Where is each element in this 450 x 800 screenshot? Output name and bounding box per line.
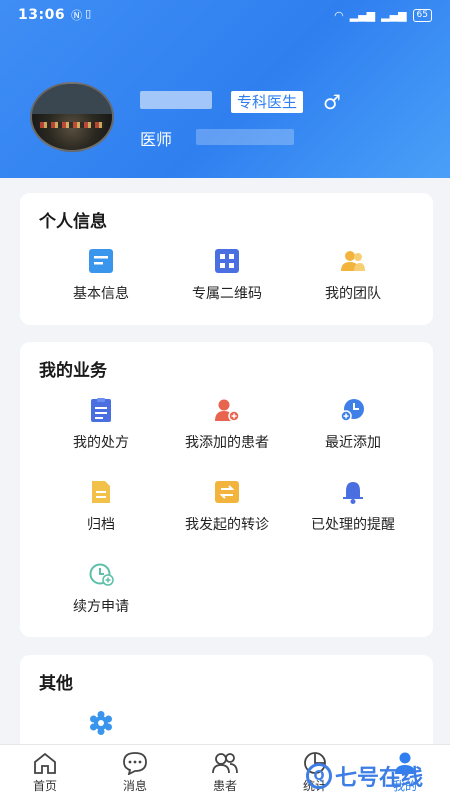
tab-label: 患者 — [212, 779, 237, 793]
renewal-request-button[interactable]: 续方申请 — [26, 562, 176, 616]
status-bar: 13:06 Ⓝ ▯ ◠ ▂▄▆ ▂▄▆ 65 — [0, 0, 450, 30]
section-title: 其他 — [39, 674, 73, 694]
personal-info-card: 个人信息 基本信息 专属二维码 我的团队 — [20, 193, 433, 325]
prescription-icon — [91, 398, 111, 422]
nfc-icon: Ⓝ — [71, 9, 83, 22]
status-time: 13:06 — [18, 7, 66, 23]
recent-added-button[interactable]: 最近添加 — [278, 398, 428, 452]
hospital-blurred — [196, 129, 294, 145]
message-icon — [123, 752, 147, 775]
section-title: 我的业务 — [39, 361, 107, 381]
tab-home[interactable]: 首页 — [0, 751, 90, 794]
handled-reminders-button[interactable]: 已处理的提醒 — [278, 480, 428, 534]
watermark-logo-icon: Q — [306, 763, 332, 789]
doctor-type-badge: 专科医生 — [231, 91, 304, 113]
add-patient-icon — [215, 399, 240, 422]
settings-button[interactable] — [26, 711, 176, 735]
role-label: 医师 — [140, 130, 173, 149]
my-business-card: 我的业务 我的处方 我添加的患者 最近添加 归档 我发起的转诊 已处理的提醒 续… — [20, 342, 433, 637]
section-title: 个人信息 — [39, 212, 107, 232]
male-icon: ♂ — [323, 90, 341, 114]
wifi-icon: ◠ — [334, 8, 344, 22]
signal-icon-2: ▂▄▆ — [381, 8, 407, 22]
renewal-icon — [89, 563, 114, 586]
item-label: 最近添加 — [325, 435, 381, 451]
tab-patients[interactable]: 患者 — [180, 751, 270, 794]
tab-messages[interactable]: 消息 — [90, 751, 180, 794]
bell-icon — [343, 482, 363, 504]
qr-code-icon — [215, 249, 239, 273]
archive-icon — [92, 481, 110, 503]
recent-add-icon — [340, 399, 364, 422]
team-icon — [341, 251, 365, 271]
watermark: Q 七号在线 — [306, 760, 423, 792]
patients-icon — [212, 753, 238, 774]
tab-label: 消息 — [122, 779, 147, 793]
item-label: 续方申请 — [73, 599, 129, 615]
item-label: 已处理的提醒 — [311, 517, 395, 533]
referral-icon — [215, 481, 239, 503]
item-label: 我的团队 — [325, 286, 381, 302]
other-card: 其他 — [20, 655, 433, 755]
vibrate-icon: ▯ — [85, 7, 92, 20]
tab-label: 首页 — [32, 779, 57, 793]
signal-icon: ▂▄▆ — [349, 8, 376, 22]
my-team-button[interactable]: 我的团队 — [278, 249, 428, 303]
profile-card-icon — [89, 249, 113, 273]
settings-icon — [90, 711, 112, 735]
watermark-text: 七号在线 — [335, 766, 424, 791]
profile-header: 13:06 Ⓝ ▯ ◠ ▂▄▆ ▂▄▆ 65 专科医生 ♂ 医师 — [0, 0, 450, 178]
avatar[interactable] — [30, 82, 114, 152]
name-blurred — [140, 91, 212, 109]
battery-icon: 65 — [412, 8, 432, 22]
home-icon — [34, 752, 56, 774]
